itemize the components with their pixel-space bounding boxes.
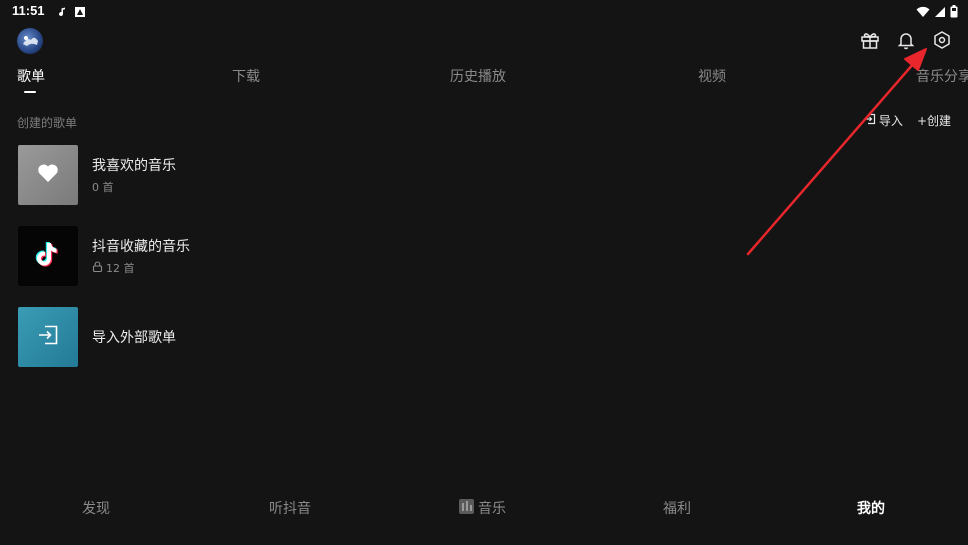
status-bar: 11:51: [0, 0, 968, 22]
settings-icon[interactable]: [932, 30, 952, 50]
import-icon: [864, 113, 876, 128]
liked-thumb: [18, 145, 78, 205]
nav-mine[interactable]: 我的: [857, 498, 885, 518]
bottom-nav: 发现 听抖音 音乐 福利 我的: [0, 498, 968, 522]
playlist-title: 导入外部歌单: [92, 330, 176, 346]
heart-icon: [37, 163, 59, 187]
wifi-icon: [916, 3, 930, 22]
tab-history[interactable]: 历史播放: [450, 66, 506, 86]
import-icon: [37, 324, 59, 350]
nav-discover[interactable]: 发现: [82, 498, 110, 518]
playlist-item-douyin[interactable]: 抖音收藏的音乐 12 首: [18, 226, 418, 286]
import-thumb: [18, 307, 78, 367]
active-tab-indicator: [24, 91, 36, 93]
battery-icon: [950, 3, 958, 22]
status-time: 11:51: [12, 3, 45, 18]
tab-videos[interactable]: 视频: [698, 66, 726, 86]
lock-icon: [92, 261, 103, 275]
douyin-thumb: [18, 226, 78, 286]
playlist-item-liked[interactable]: 我喜欢的音乐 0 首: [18, 145, 418, 205]
import-label: 导入: [878, 114, 903, 128]
tiktok-logo-icon: [34, 239, 62, 273]
create-label: +创建: [916, 114, 951, 128]
app-notification-icon: [74, 3, 86, 22]
bell-icon[interactable]: [896, 30, 916, 50]
import-button[interactable]: 导入: [864, 112, 903, 129]
tab-downloads[interactable]: 下载: [232, 66, 260, 86]
playlist-item-import[interactable]: 导入外部歌单: [18, 307, 418, 367]
created-playlists-header: 创建的歌单 导入 +创建: [17, 112, 951, 130]
tab-music-share[interactable]: 音乐分享: [916, 66, 968, 86]
top-actions: [860, 30, 952, 50]
music-notification-icon: [56, 3, 68, 22]
album-cover-icon: [459, 498, 474, 518]
gift-icon[interactable]: [860, 30, 880, 50]
playlist-count: 12 首: [106, 262, 135, 275]
signal-icon: [934, 3, 946, 22]
create-button[interactable]: +创建: [917, 112, 951, 129]
avatar[interactable]: [17, 28, 43, 54]
nav-music[interactable]: 音乐: [459, 498, 506, 518]
playlist-title: 抖音收藏的音乐: [92, 239, 190, 255]
section-title: 创建的歌单: [17, 116, 78, 130]
nav-listen-douyin[interactable]: 听抖音: [269, 498, 311, 518]
playlist-title: 我喜欢的音乐: [92, 158, 176, 174]
playlist-count: 0 首: [92, 181, 114, 194]
top-tabs: 歌单 下载 历史播放 视频 音乐分享: [0, 66, 968, 94]
tab-playlists[interactable]: 歌单: [17, 66, 45, 86]
nav-rewards[interactable]: 福利: [663, 498, 691, 518]
nav-music-label: 音乐: [478, 501, 506, 517]
